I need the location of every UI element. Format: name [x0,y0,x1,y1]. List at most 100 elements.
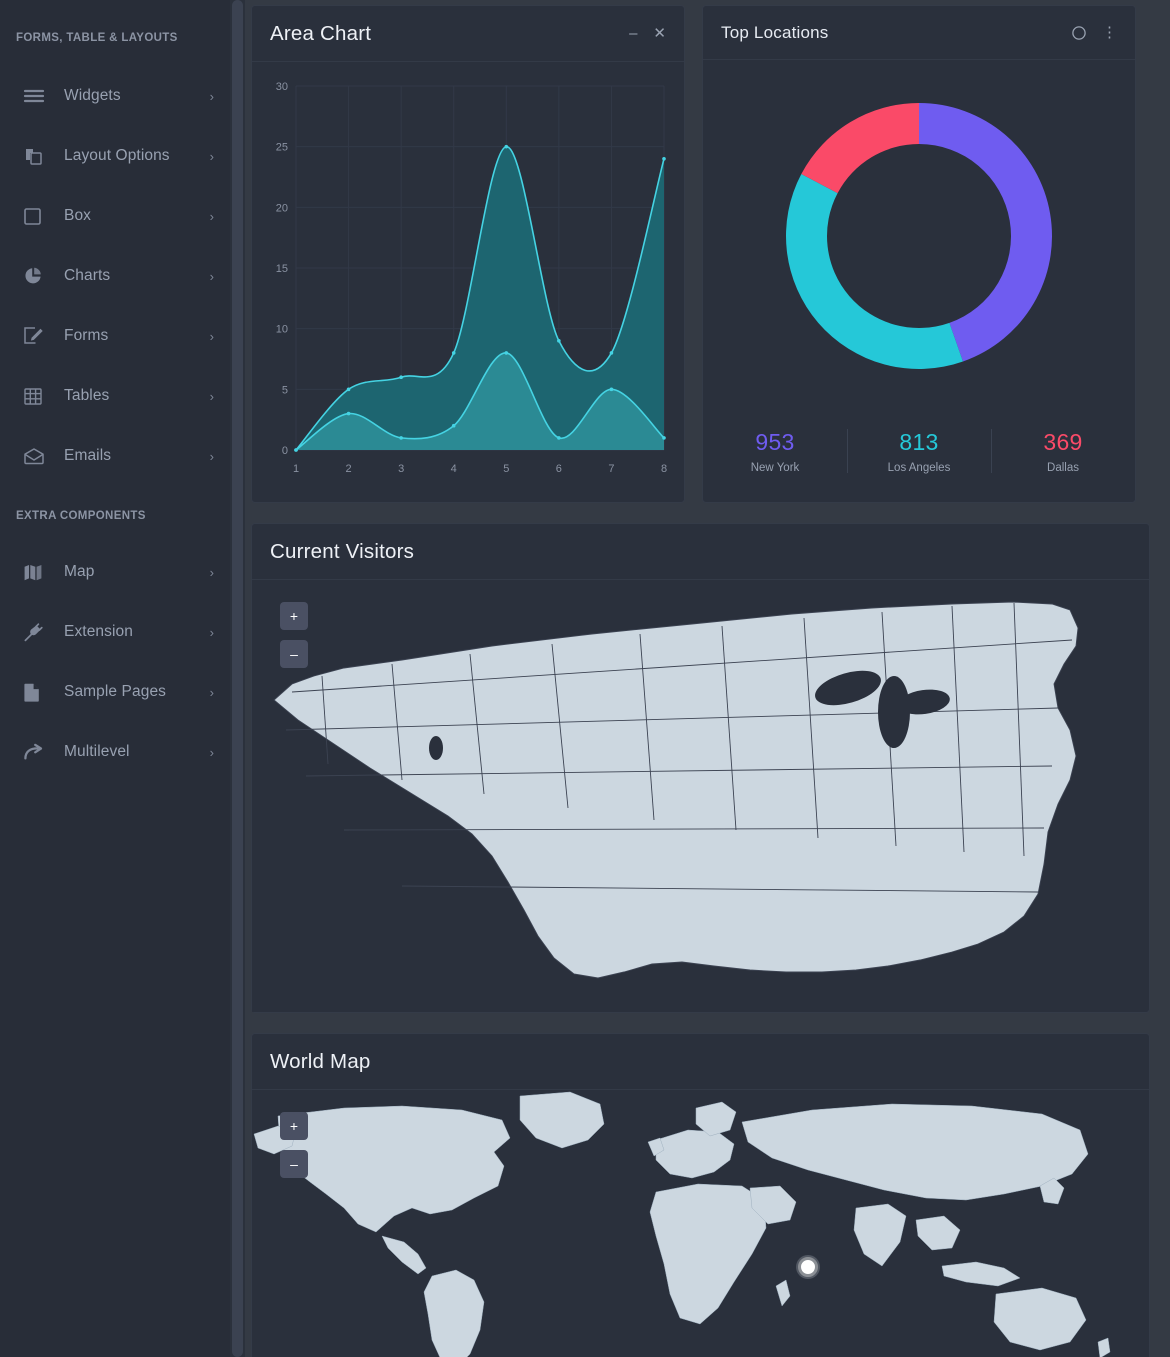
page-scrollbar[interactable] [230,0,245,1357]
top-locations-header: Top Locations ⋮ [703,6,1135,60]
stat-value: 953 [755,428,795,455]
stat-new-york: 953 New York [703,429,847,474]
envelope-icon [24,445,50,467]
world-map-zoom-out-button[interactable]: – [280,1150,308,1178]
usa-map-zoom-controls: + – [280,602,308,668]
world-map-title: World Map [270,1049,371,1073]
table-grid-icon [24,385,50,407]
map-folded-icon [24,561,50,583]
svg-text:2: 2 [346,463,352,475]
stat-label: New York [750,461,800,474]
top-locations-card: Top Locations ⋮ 953 New York 813 Los Ang… [702,5,1136,503]
svg-text:10: 10 [276,324,288,336]
usa-map-zoom-out-button[interactable]: – [280,640,308,668]
stat-dallas: 369 Dallas [991,429,1135,474]
usa-map[interactable]: + – [252,580,1149,1012]
current-visitors-header: Current Visitors [252,524,1149,580]
sidebar-item-tables[interactable]: Tables › [0,366,230,426]
sidebar-item-charts[interactable]: Charts › [0,246,230,306]
sidebar-item-multilevel[interactable]: Multilevel › [0,722,230,782]
minimize-icon[interactable]: – [629,26,637,41]
sidebar-item-label: Layout Options [64,147,170,164]
sidebar-section-heading-extra: EXTRA COMPONENTS [16,510,146,522]
svg-text:6: 6 [556,463,562,475]
chevron-right-icon: › [209,328,214,344]
sidebar-item-label: Multilevel [64,743,130,760]
sidebar-item-label: Forms [64,327,109,344]
usa-map-zoom-in-button[interactable]: + [280,602,308,630]
donut-chart-container[interactable] [703,60,1135,412]
area-chart-body: 0 5 10 15 20 25 30 1 2 3 4 5 6 7 8 [252,62,684,500]
page-scrollbar-thumb[interactable] [232,0,243,1357]
sidebar-item-layout-options[interactable]: Layout Options › [0,126,230,186]
hamburger-icon [23,85,50,107]
sidebar-item-emails[interactable]: Emails › [0,426,230,486]
sidebar-item-label: Sample Pages [64,683,167,700]
sidebar-item-box[interactable]: Box › [0,186,230,246]
chevron-right-icon: › [209,148,214,164]
top-locations-tools: ⋮ [1072,25,1117,40]
sidebar-item-map[interactable]: Map › [0,542,230,602]
world-map-zoom-in-button[interactable]: + [280,1112,308,1140]
main-content: Area Chart – ✕ 0 5 10 15 20 25 30 1 2 3 4 5 6 7 8 Top … [245,0,1170,1357]
donut-chart-svg [786,103,1052,369]
svg-text:30: 30 [276,81,288,93]
area-chart-svg: 0 5 10 15 20 25 30 1 2 3 4 5 6 7 8 [276,81,667,475]
chevron-right-icon: › [209,744,214,760]
svg-text:5: 5 [503,463,509,475]
area-chart-plot[interactable]: 0 5 10 15 20 25 30 1 2 3 4 5 6 7 8 [260,72,670,492]
edit-pencil-icon [24,325,50,347]
svg-text:3: 3 [398,463,404,475]
area-chart-header: Area Chart – ✕ [252,6,684,62]
svg-text:1: 1 [293,463,299,475]
current-visitors-body: + – [252,580,1149,1012]
sidebar-item-label: Widgets [64,87,121,104]
close-icon[interactable]: ✕ [653,26,666,41]
sidebar-item-label: Box [64,207,92,224]
sidebar-item-extension[interactable]: Extension › [0,602,230,662]
stat-value: 813 [899,428,939,455]
world-map-header: World Map [252,1034,1149,1090]
pie-chart-icon [24,265,50,287]
world-map-zoom-controls: + – [280,1112,308,1178]
current-visitors-title: Current Visitors [270,539,415,563]
svg-text:5: 5 [282,384,288,396]
top-locations-title: Top Locations [721,22,829,42]
svg-text:4: 4 [451,463,457,475]
chevron-right-icon: › [209,388,214,404]
world-map-body: + – [252,1090,1149,1357]
world-map[interactable]: + – [252,1090,1149,1357]
sidebar-item-label: Tables [64,387,110,404]
sidebar-item-label: Charts [64,267,111,284]
stat-value: 369 [1043,428,1083,455]
world-map-location-marker[interactable] [798,1257,818,1277]
top-row: Area Chart – ✕ 0 5 10 15 20 25 30 1 2 3 4 5 6 7 8 Top … [251,5,1150,523]
svg-text:8: 8 [661,463,667,475]
stat-label: Los Angeles [887,461,951,474]
chevron-right-icon: › [209,624,214,640]
refresh-circle-icon[interactable] [1072,25,1086,40]
chevron-right-icon: › [209,684,214,700]
sidebar-item-widgets[interactable]: Widgets › [0,66,230,126]
top-locations-body: 953 New York 813 Los Angeles 369 Dallas [703,60,1135,490]
svg-text:0: 0 [282,445,288,457]
sidebar-item-forms[interactable]: Forms › [0,306,230,366]
chevron-right-icon: › [209,208,214,224]
arrow-curve-right-icon [24,741,50,763]
area-chart-title: Area Chart [270,21,372,45]
sidebar: FORMS, TABLE & LAYOUTS Widgets › Layout … [0,0,230,1357]
svg-text:15: 15 [276,263,288,275]
usa-map-svg [252,580,1111,1012]
world-map-card: World Map + – [251,1033,1150,1357]
stat-los-angeles: 813 Los Angeles [847,429,991,474]
location-stats-row: 953 New York 813 Los Angeles 369 Dallas [703,412,1135,490]
stat-label: Dallas [1047,461,1079,474]
svg-text:25: 25 [276,142,288,154]
sidebar-item-sample-pages[interactable]: Sample Pages › [0,662,230,722]
more-vertical-dots-icon[interactable]: ⋮ [1102,25,1117,40]
world-map-svg [252,1090,1111,1357]
chevron-right-icon: › [209,564,214,580]
chevron-right-icon: › [209,448,214,464]
sidebar-section-heading-forms: FORMS, TABLE & LAYOUTS [16,32,178,44]
chevron-right-icon: › [209,88,214,104]
